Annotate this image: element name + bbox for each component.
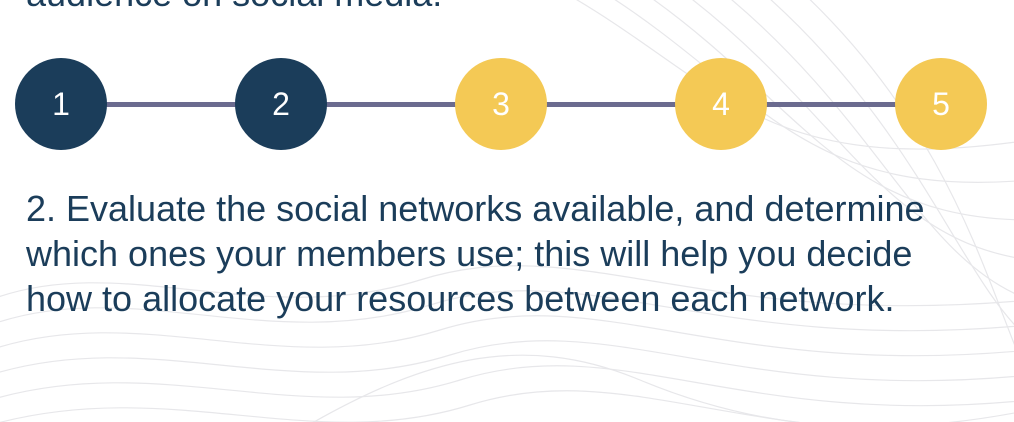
step-description: 2. Evaluate the social networks availabl… (26, 188, 925, 319)
connector-4-5 (760, 102, 910, 107)
step-5[interactable]: 5 (895, 58, 987, 150)
connector-1-2 (100, 102, 250, 107)
step-3[interactable]: 3 (455, 58, 547, 150)
step-1[interactable]: 1 (15, 58, 107, 150)
connector-3-4 (540, 102, 690, 107)
connector-2-3 (320, 102, 470, 107)
progress-stepper: 1 2 3 4 5 (0, 0, 1014, 160)
step-2[interactable]: 2 (235, 58, 327, 150)
step-4[interactable]: 4 (675, 58, 767, 150)
